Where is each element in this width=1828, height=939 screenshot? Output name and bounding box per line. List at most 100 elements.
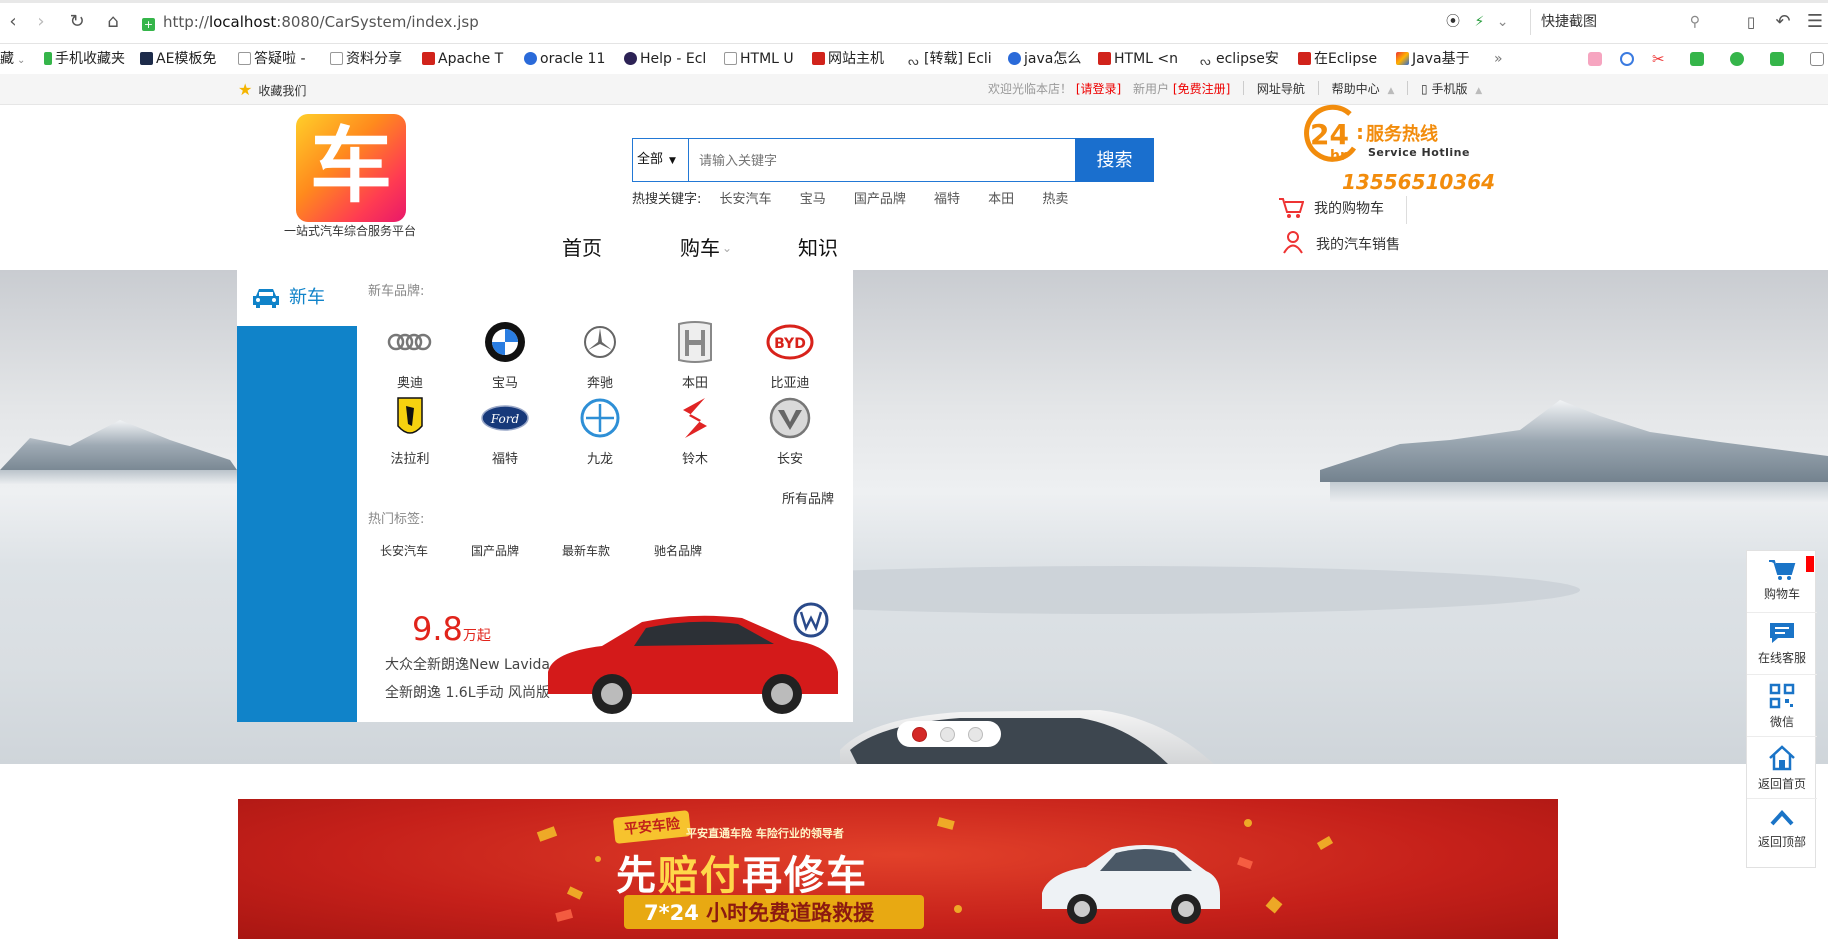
bookmark-item[interactable]: 在Eclipse — [1298, 44, 1377, 74]
forward-icon[interactable]: › — [30, 11, 52, 33]
changan-logo-icon — [769, 397, 811, 439]
reload-icon[interactable]: ↻ — [66, 11, 88, 33]
bookmark-icon[interactable]: ▯ — [1740, 11, 1762, 33]
home-icon[interactable]: ⌂ — [102, 11, 124, 33]
extension-icon[interactable] — [1620, 52, 1634, 66]
hot-keyword[interactable]: 热卖 — [1042, 192, 1068, 207]
carousel-indicator — [897, 721, 1001, 747]
hot-keyword[interactable]: 福特 — [934, 192, 960, 207]
brand-benz[interactable]: 奔驰 — [560, 320, 640, 391]
bookmark-item[interactable]: 答疑啦 - — [238, 44, 306, 74]
brand-byd[interactable]: BYD 比亚迪 — [750, 320, 830, 391]
my-car-sales-link[interactable]: 我的汽车销售 — [1282, 230, 1400, 257]
brand-suzuki[interactable]: 铃木 — [655, 396, 735, 467]
notification-marker — [1806, 556, 1814, 572]
bookmark-item[interactable]: oracle 11 — [524, 44, 605, 74]
audi-logo-icon — [387, 333, 432, 351]
undo-icon[interactable]: ↶ — [1772, 11, 1794, 33]
hot-tag[interactable]: 最新车款 — [562, 542, 610, 559]
float-top-button[interactable]: 返回顶部 — [1747, 799, 1817, 861]
lightning-icon[interactable]: ⚡ — [1474, 14, 1484, 30]
hot-tag[interactable]: 驰名品牌 — [654, 542, 702, 559]
extension-icon[interactable] — [1730, 52, 1744, 66]
nav-home[interactable]: 首页 — [562, 232, 602, 261]
brand-ford[interactable]: Ford 福特 — [465, 396, 545, 467]
floating-sidebar: 购物车 在线客服 微信 返回首页 返回顶部 — [1746, 550, 1817, 868]
bookmark-item[interactable]: 资料分享 — [330, 44, 402, 74]
bookmark-item[interactable]: AE模板免 — [140, 44, 216, 74]
vw-logo-icon — [793, 602, 829, 638]
browser-toolbar: ‹ › ↻ ⌂ + http://localhost:8080/CarSystem… — [0, 0, 1828, 44]
brand-changan[interactable]: 长安 — [750, 396, 830, 467]
extension-icon[interactable] — [1810, 52, 1824, 66]
bookmark-item[interactable]: 网站主机 — [812, 44, 884, 74]
brand-audi[interactable]: 奥迪 — [370, 320, 450, 391]
hot-keyword[interactable]: 长安汽车 — [720, 192, 772, 207]
carousel-dot[interactable] — [940, 727, 955, 742]
float-home-button[interactable]: 返回首页 — [1747, 737, 1817, 799]
gamepad-icon[interactable] — [1770, 52, 1784, 66]
extension-icon[interactable] — [1588, 52, 1602, 66]
carousel-dot[interactable] — [912, 727, 927, 742]
site-logo[interactable]: 车 — [296, 114, 406, 222]
screenshot-shortcut[interactable]: 快捷截图 ⚲ — [1530, 9, 1706, 35]
search-input[interactable] — [699, 139, 1079, 181]
caret-up-icon: ▲ — [1475, 86, 1483, 96]
hot-tag[interactable]: 长安汽车 — [380, 542, 428, 559]
bookmark-item[interactable]: 手机收藏夹 — [44, 44, 125, 74]
insurance-ad-banner[interactable]: 平安车险 平安直通车险 车险行业的领导者 先赔付再修车 7*24 小时免费道路救… — [238, 799, 1558, 939]
brand-bmw[interactable]: 宝马 — [465, 320, 545, 391]
brand-ferrari[interactable]: 法拉利 — [370, 396, 450, 467]
promo-title: 大众全新朗逸New Lavida — [385, 657, 551, 673]
share-icon[interactable]: ⦿ — [1446, 14, 1460, 30]
hot-keyword[interactable]: 宝马 — [800, 192, 826, 207]
promo-price: 9.8万起 — [412, 610, 491, 648]
category-new-car[interactable]: 新车 — [237, 270, 357, 326]
bookmark-item[interactable]: Help - Ecl — [624, 44, 706, 74]
extension-icon[interactable] — [1690, 52, 1704, 66]
menu-icon[interactable]: ☰ — [1804, 11, 1826, 33]
bookmark-item[interactable]: HTML U — [724, 44, 794, 74]
brand-jiulong[interactable]: 九龙 — [560, 396, 640, 467]
search-button[interactable]: 搜索 — [1075, 138, 1154, 182]
jiulong-logo-icon — [580, 398, 620, 438]
all-brands-link[interactable]: 所有品牌 — [782, 488, 834, 507]
logo-caption: 一站式汽车综合服务平台 — [283, 224, 416, 238]
carousel-dot[interactable] — [968, 727, 983, 742]
bookmark-item[interactable]: Apache T — [422, 44, 503, 74]
bmw-logo-icon — [485, 322, 525, 362]
float-wechat-button[interactable]: 微信 — [1747, 675, 1817, 737]
bookmark-item[interactable]: Java基于 — [1396, 44, 1470, 74]
mobile-link[interactable]: 手机版 — [1431, 82, 1467, 96]
cart-icon — [1279, 198, 1305, 218]
help-center-link[interactable]: 帮助中心 — [1332, 82, 1380, 96]
float-service-button[interactable]: 在线客服 — [1747, 613, 1817, 675]
qrcode-icon — [1769, 683, 1795, 709]
my-cart-link[interactable]: 我的购物车 — [1278, 196, 1384, 221]
back-icon[interactable]: ‹ — [2, 11, 24, 33]
hot-keyword[interactable]: 本田 — [988, 192, 1014, 207]
search-category-select[interactable]: 全部 ▼ — [633, 139, 689, 181]
insurance-rescue-text: 7*24 小时免费道路救援 — [644, 901, 875, 925]
scissors-icon[interactable]: ✂ — [1652, 52, 1666, 67]
category-menu: 新车 新车品牌: 奥迪 宝马 奔驰 本田 BYD 比亚迪 法拉利 Ford 福特… — [237, 270, 853, 722]
nav-knowledge[interactable]: 知识 — [798, 232, 838, 261]
register-link[interactable]: [免费注册] — [1173, 82, 1230, 96]
nav-buy-car[interactable]: 购车 ⌄ — [680, 232, 732, 261]
bookmark-item[interactable]: java怎么 — [1008, 44, 1081, 74]
login-link[interactable]: [请登录] — [1076, 82, 1121, 96]
bookmark-item[interactable]: ᔓ [转载] Ecli — [908, 44, 992, 74]
byd-logo-icon: BYD — [766, 324, 814, 360]
bookmark-item[interactable]: 藏 ⌄ — [0, 44, 25, 74]
bookmarks-more[interactable]: » — [1494, 44, 1503, 74]
search-icon[interactable]: ⚲ — [1690, 9, 1700, 35]
address-bar[interactable]: + http://localhost:8080/CarSystem/index.j… — [142, 9, 1422, 35]
site-nav-link[interactable]: 网址导航 — [1257, 82, 1305, 96]
bookmark-item[interactable]: ᔓ eclipse安 — [1200, 44, 1279, 74]
brand-honda[interactable]: 本田 — [655, 320, 735, 391]
favorite-link[interactable]: ★ 收藏我们 — [238, 74, 306, 107]
chevron-down-icon[interactable]: ⌄ — [1497, 14, 1509, 30]
bookmark-item[interactable]: HTML <n — [1098, 44, 1178, 74]
hot-tag[interactable]: 国产品牌 — [471, 542, 519, 559]
hot-keyword[interactable]: 国产品牌 — [854, 192, 906, 207]
